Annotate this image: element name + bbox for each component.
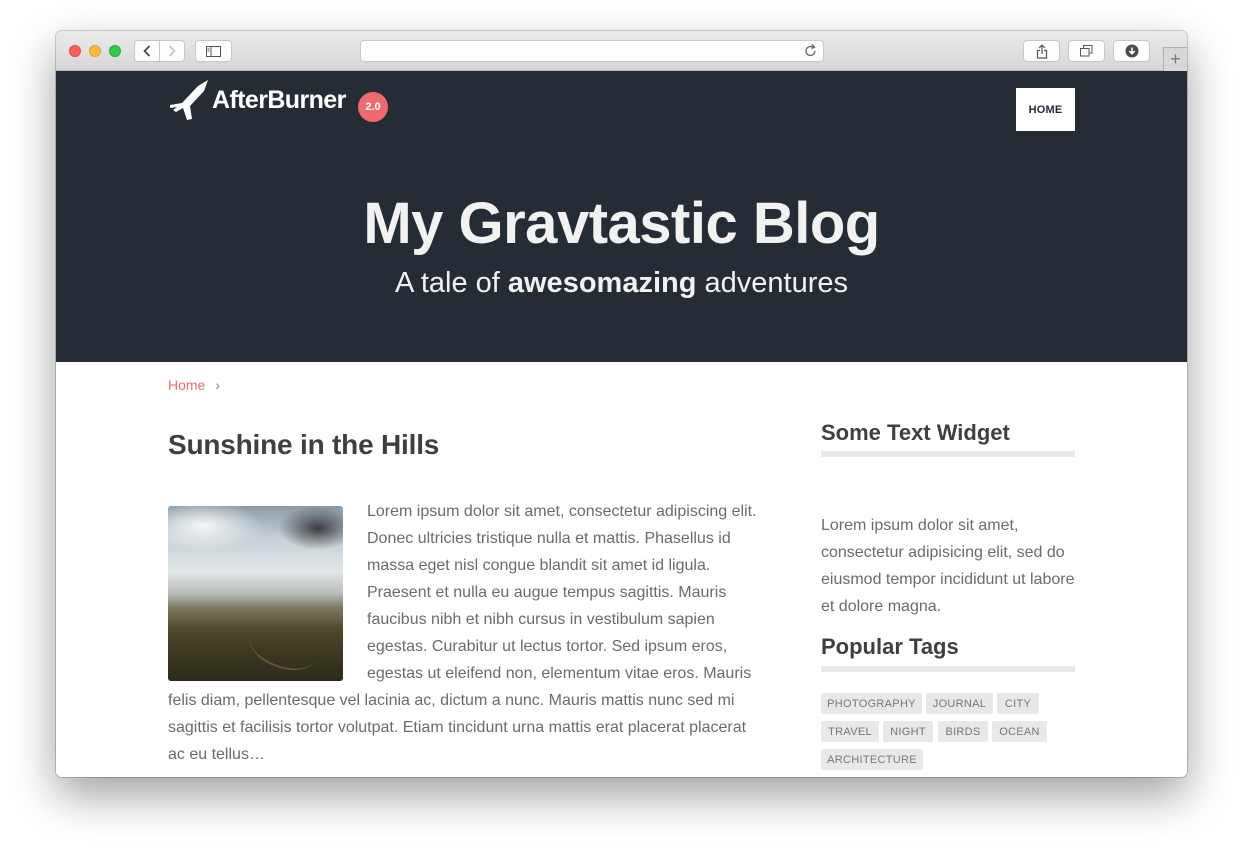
blog-title: My Gravtastic Blog [363,191,880,256]
post-excerpt: Lorem ipsum dolor sit amet, consectetur … [168,498,760,768]
sidebar-toggle-button[interactable] [195,40,232,62]
forward-button[interactable] [159,40,185,62]
post-thumbnail-image[interactable] [168,506,343,681]
breadcrumb-separator: › [215,377,221,393]
tag-birds[interactable]: BIRDS [938,721,988,742]
subtitle-prefix: A tale of [395,267,508,299]
tags-widget-divider [821,666,1075,672]
back-button[interactable] [134,40,160,62]
tag-ocean[interactable]: OCEAN [992,721,1047,742]
tag-night[interactable]: NIGHT [883,721,933,742]
nav-home-link[interactable]: HOME [1016,88,1075,131]
text-widget-title: Some Text Widget [821,420,1010,445]
address-bar[interactable] [360,40,824,62]
minimize-window-button[interactable] [89,45,101,57]
page-viewport: AfterBurner 2.0 HOME My Gravtastic Blog … [56,71,1187,777]
text-widget-body: Lorem ipsum dolor sit amet, consectetur … [821,517,1075,615]
version-badge: 2.0 [358,92,388,122]
chevron-right-icon [168,45,176,57]
tag-photography[interactable]: PHOTOGRAPHY [821,693,922,714]
share-button[interactable] [1023,40,1060,62]
sidebar-icon [206,45,221,57]
breadcrumb: Home › [168,377,220,393]
blog-subtitle: A tale of awesomazing adventures [56,265,1187,301]
tags-widget-title: Popular Tags [821,634,959,659]
close-window-button[interactable] [69,45,81,57]
subtitle-suffix: adventures [696,267,848,299]
downloads-button[interactable] [1113,40,1150,62]
reload-icon[interactable] [804,43,818,59]
site-logo[interactable]: AfterBurner [168,78,346,122]
text-widget-divider [821,451,1075,457]
show-tabs-button[interactable] [1068,40,1105,62]
post-title[interactable]: Sunshine in the Hills [168,429,439,461]
tag-architecture[interactable]: ARCHITECTURE [821,749,923,770]
download-icon [1125,44,1138,58]
tag-travel[interactable]: TRAVEL [821,721,879,742]
tag-city[interactable]: CITY [997,693,1039,714]
chevron-left-icon [143,45,151,57]
share-icon [1036,43,1047,59]
zoom-window-button[interactable] [109,45,121,57]
browser-window: + AfterBurner 2.0 HOME My Gravtastic Blo… [56,31,1187,777]
browser-toolbar: + [56,31,1187,71]
tag-journal[interactable]: JOURNAL [926,693,993,714]
new-tab-button[interactable]: + [1163,47,1187,71]
url-input[interactable] [369,43,793,61]
logo-text: AfterBurner [212,85,346,114]
subtitle-emphasis: awesomazing [507,267,697,299]
site-header: AfterBurner 2.0 HOME My Gravtastic Blog … [56,71,1187,362]
breadcrumb-home-link[interactable]: Home [168,377,205,393]
jet-plane-icon [170,80,208,120]
tabs-overview-icon [1080,45,1093,57]
